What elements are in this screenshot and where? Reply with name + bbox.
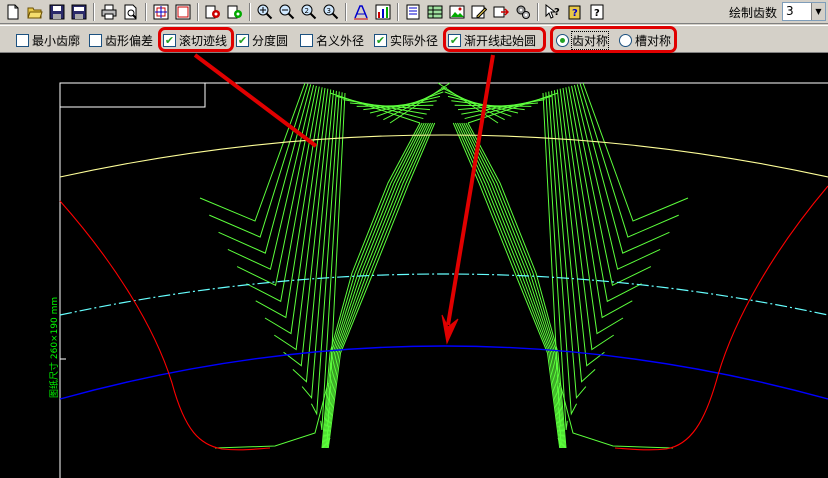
checkbox-box[interactable] <box>300 33 313 47</box>
table-icon[interactable] <box>425 2 444 21</box>
checkbox-label: 名义外径 <box>316 33 365 48</box>
annotation-box-involute-start <box>443 27 546 52</box>
tooth-count-value: 3 <box>786 4 794 18</box>
checkbox-label: 分度圆 <box>252 33 289 48</box>
actual-od-checkbox[interactable]: ✔ 实际外径 <box>374 32 438 48</box>
gear-settings-alt-icon[interactable] <box>225 2 244 21</box>
gear-settings-icon[interactable] <box>203 2 222 21</box>
help-pointer-icon[interactable]: ? <box>543 2 562 21</box>
pitch-circle-checkbox[interactable]: ✔ 分度圆 <box>236 32 288 48</box>
tools-icon[interactable] <box>513 2 532 21</box>
gear-drawing <box>0 53 828 478</box>
svg-text:?: ? <box>554 7 560 18</box>
tooth-count-label: 绘制齿数 <box>729 6 778 20</box>
toolbar-separator <box>93 2 95 21</box>
svg-text:?: ? <box>594 8 600 19</box>
check-mark-icon[interactable]: ✔ <box>236 33 249 47</box>
display-options-bar: 最小齿廓 齿形偏差 ✔ 滚切迹线 ✔ 分度圆 名义外径 ✔ 实际外径 ✔ 渐开线… <box>0 25 828 53</box>
window-icon[interactable] <box>173 2 192 21</box>
text-icon[interactable] <box>351 2 370 21</box>
toolbar-separator <box>197 2 199 21</box>
drawing-canvas[interactable]: 图纸尺寸 260×190 mm <box>0 53 828 478</box>
chevron-down-icon[interactable]: ▼ <box>811 3 825 20</box>
checkbox-label: 齿形偏差 <box>105 33 154 48</box>
svg-text:2: 2 <box>304 7 308 15</box>
save-icon[interactable] <box>47 2 66 21</box>
toolbar-separator <box>345 2 347 21</box>
edit-icon[interactable] <box>469 2 488 21</box>
zoom-3-icon[interactable]: 3 <box>321 2 340 21</box>
annotation-box-hob-path <box>158 27 234 52</box>
new-file-icon[interactable] <box>3 2 22 21</box>
zoom-in-icon[interactable] <box>255 2 274 21</box>
toolbar-separator <box>397 2 399 21</box>
min-profile-checkbox[interactable]: 最小齿廓 <box>16 32 80 48</box>
zoom-window-icon[interactable] <box>277 2 296 21</box>
checkbox-label: 最小齿廓 <box>32 33 81 48</box>
checkbox-box[interactable] <box>89 33 102 47</box>
checkbox-label: 实际外径 <box>390 33 439 48</box>
annotation-box-symmetry <box>550 26 677 53</box>
export-icon[interactable] <box>491 2 510 21</box>
main-toolbar: 2 3 ? ? ? 绘制齿数 3 ▼ <box>0 0 828 24</box>
drawing-size-label: 图纸尺寸 260×190 mm <box>50 296 60 398</box>
chart-icon[interactable] <box>373 2 392 21</box>
help-book-icon[interactable]: ? <box>565 2 584 21</box>
save-default-icon[interactable] <box>69 2 88 21</box>
toolbar-separator <box>249 2 251 21</box>
print-icon[interactable] <box>99 2 118 21</box>
toolbar-separator <box>145 2 147 21</box>
open-folder-icon[interactable] <box>25 2 44 21</box>
svg-text:3: 3 <box>326 7 330 15</box>
about-icon[interactable]: ? <box>587 2 606 21</box>
tooth-count-select[interactable]: 3 ▼ <box>782 2 826 21</box>
report-icon[interactable] <box>403 2 422 21</box>
checkbox-box[interactable] <box>16 33 29 47</box>
toolbar-separator <box>537 2 539 21</box>
nominal-od-checkbox[interactable]: 名义外径 <box>300 32 364 48</box>
svg-text:?: ? <box>572 8 578 19</box>
profile-deviation-checkbox[interactable]: 齿形偏差 <box>89 32 153 48</box>
zoom-2-icon[interactable]: 2 <box>299 2 318 21</box>
image-icon[interactable] <box>447 2 466 21</box>
print-preview-icon[interactable] <box>121 2 140 21</box>
fit-view-icon[interactable] <box>151 2 170 21</box>
check-mark-icon[interactable]: ✔ <box>374 33 387 47</box>
